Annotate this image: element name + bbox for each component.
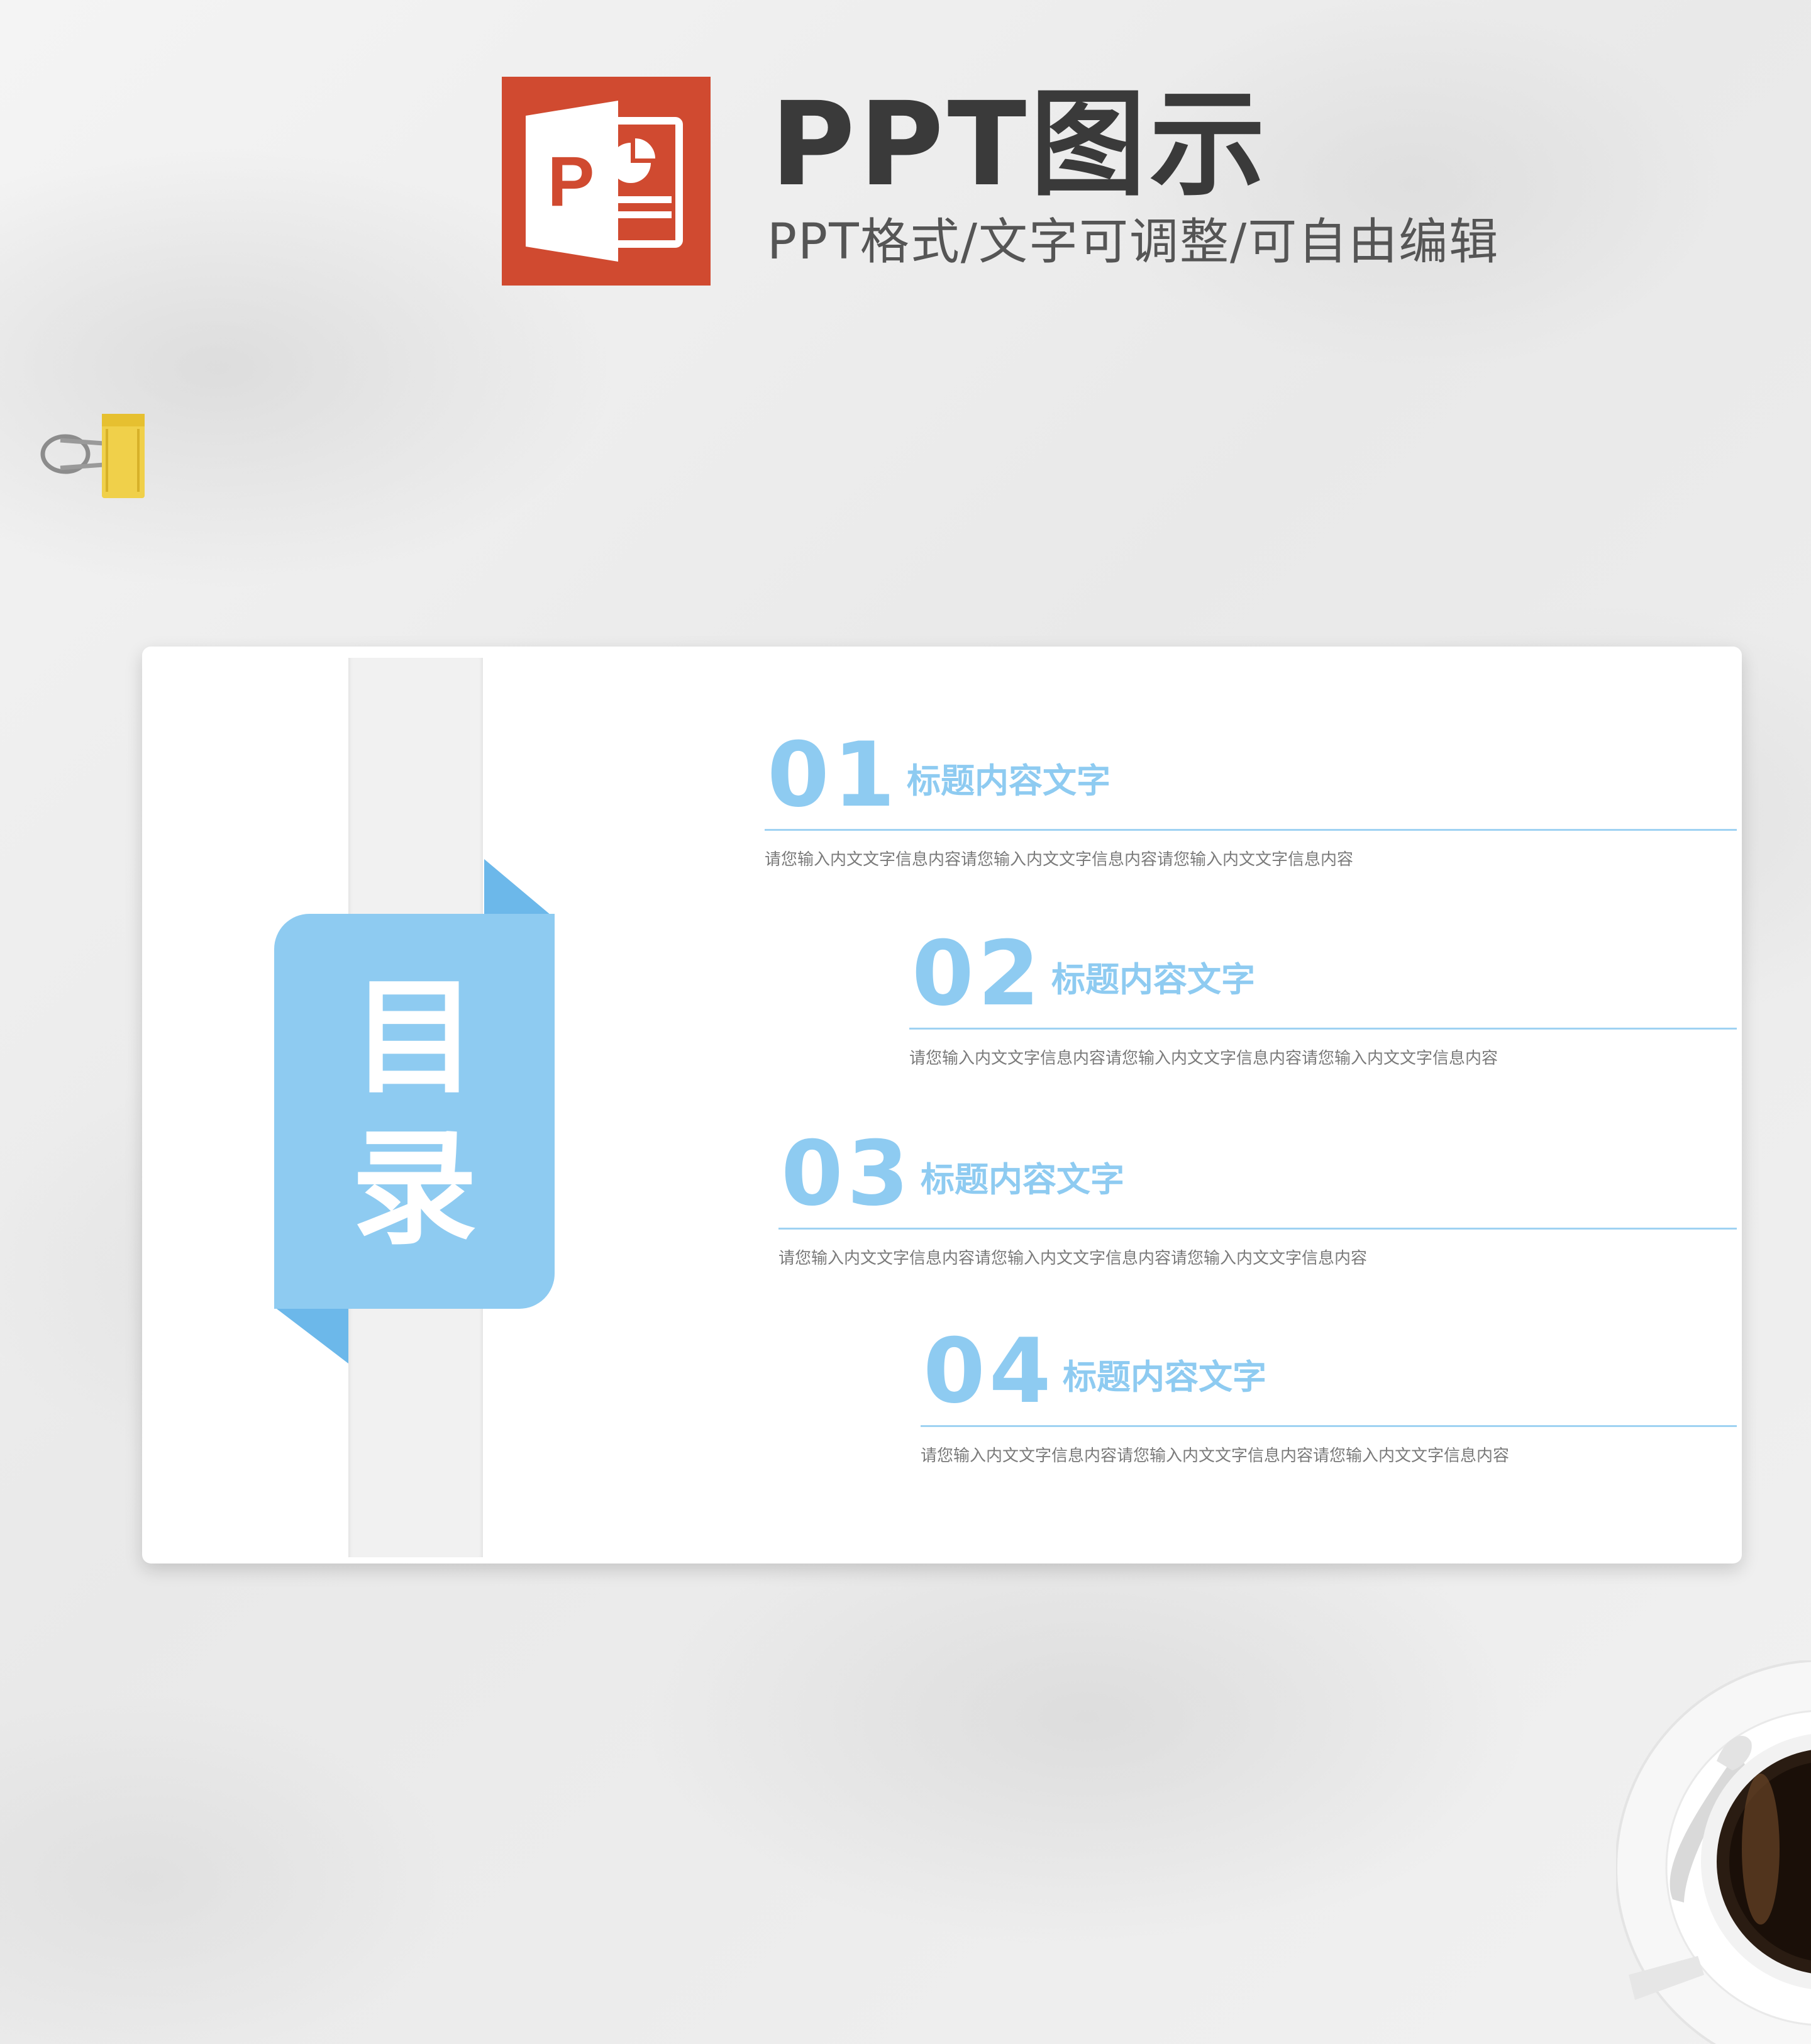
item-title: 标题内容文字 <box>921 1160 1124 1199</box>
item-number: 03 <box>781 1122 913 1226</box>
coffee-cup-icon <box>1616 1660 1811 2044</box>
item-title: 标题内容文字 <box>907 761 1110 801</box>
page-title: PPT图示 <box>770 77 1270 212</box>
item-divider <box>765 829 1737 831</box>
item-title: 标题内容文字 <box>1063 1357 1266 1397</box>
item-description: 请您输入内文文字信息内容请您输入内文文字信息内容请您输入内文文字信息内容 <box>765 850 1354 869</box>
item-description: 请您输入内文文字信息内容请您输入内文文字信息内容请您输入内文文字信息内容 <box>909 1049 1498 1068</box>
item-title: 标题内容文字 <box>1051 960 1255 999</box>
item-description: 请您输入内文文字信息内容请您输入内文文字信息内容请您输入内文文字信息内容 <box>921 1447 1510 1465</box>
binder-clip-icon <box>35 409 148 503</box>
toc-ribbon: 目 录 <box>274 914 555 1309</box>
svg-text:P: P <box>548 142 595 221</box>
item-number: 02 <box>912 922 1044 1026</box>
item-divider <box>921 1425 1737 1427</box>
item-description: 请您输入内文文字信息内容请您输入内文文字信息内容请您输入内文文字信息内容 <box>778 1249 1368 1268</box>
page-subtitle: PPT格式/文字可调整/可自由编辑 <box>767 214 1500 270</box>
item-number: 01 <box>767 723 899 827</box>
item-divider <box>778 1228 1737 1230</box>
toc-slide: 目 录 01 标题内容文字 请您输入内文文字信息内容请您输入内文文字信息内容请您… <box>142 647 1742 1564</box>
toc-title-text: 目 录 <box>351 965 477 1262</box>
item-divider <box>909 1028 1737 1030</box>
item-number: 04 <box>923 1319 1055 1423</box>
powerpoint-icon: P <box>502 77 711 286</box>
toc-title: 目 录 <box>274 963 555 1265</box>
